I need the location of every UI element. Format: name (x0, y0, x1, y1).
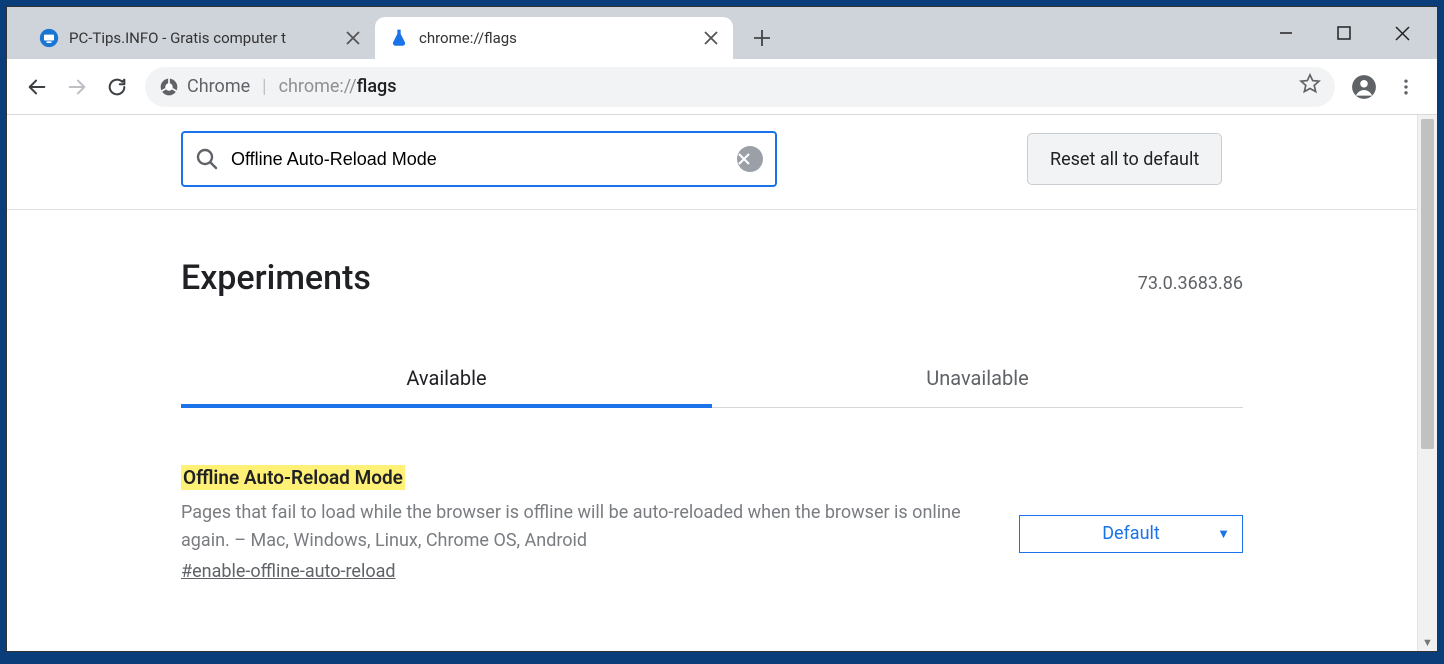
tab-pctips[interactable]: PC-Tips.INFO - Gratis computer t (25, 17, 375, 59)
close-icon[interactable] (701, 28, 721, 48)
tab-strip: PC-Tips.INFO - Gratis computer t chrome:… (7, 7, 1437, 59)
flags-page: Reset all to default Experiments 73.0.36… (7, 115, 1417, 651)
flag-text: Offline Auto-Reload Mode Pages that fail… (181, 466, 989, 582)
address-bar[interactable]: Chrome | chrome://flags (145, 67, 1335, 107)
tab-available[interactable]: Available (181, 352, 712, 408)
tabs-area: PC-Tips.INFO - Gratis computer t chrome:… (7, 7, 779, 59)
back-button[interactable] (17, 67, 57, 107)
chip-label: Chrome (187, 76, 250, 97)
flags-search-box[interactable] (181, 131, 777, 187)
flags-header: Reset all to default (7, 115, 1417, 210)
site-info-chip[interactable]: Chrome (159, 76, 250, 97)
kebab-menu-icon[interactable] (1385, 66, 1427, 108)
content-wrap: Reset all to default Experiments 73.0.36… (7, 115, 1437, 651)
version-text: 73.0.3683.86 (1138, 273, 1243, 294)
search-icon (195, 147, 219, 171)
flags-body: Experiments 73.0.3683.86 Available Unava… (7, 210, 1417, 582)
flag-description: Pages that fail to load while the browse… (181, 499, 989, 555)
flags-search-input[interactable] (231, 149, 737, 170)
new-tab-button[interactable] (745, 21, 779, 55)
tab-title: chrome://flags (419, 29, 687, 47)
vertical-scrollbar[interactable]: ▼ (1417, 115, 1437, 651)
scrollbar-thumb[interactable] (1421, 119, 1434, 449)
chevron-down-icon: ▼ (1217, 526, 1230, 542)
reset-all-button[interactable]: Reset all to default (1027, 133, 1222, 185)
page-heading: Experiments (181, 258, 371, 298)
tab-title: PC-Tips.INFO - Gratis computer t (69, 29, 329, 47)
url-text: chrome://flags (279, 76, 397, 97)
flag-hash-link[interactable]: #enable-offline-auto-reload (181, 561, 989, 582)
flag-title: Offline Auto-Reload Mode (181, 465, 405, 490)
flag-dropdown-value: Default (1102, 523, 1160, 544)
toolbar: Chrome | chrome://flags (7, 59, 1437, 115)
flag-item: Offline Auto-Reload Mode Pages that fail… (181, 466, 1243, 582)
tab-flags[interactable]: chrome://flags (375, 17, 733, 59)
favicon-flask-icon (389, 28, 409, 48)
tab-unavailable[interactable]: Unavailable (712, 352, 1243, 407)
close-icon[interactable] (343, 28, 363, 48)
separator: | (262, 76, 266, 97)
clear-search-icon[interactable] (737, 146, 763, 172)
minimize-button[interactable] (1257, 13, 1315, 53)
reload-button[interactable] (97, 67, 137, 107)
window-controls (1257, 7, 1431, 59)
flag-dropdown[interactable]: Default ▼ (1019, 515, 1243, 553)
title-row: Experiments 73.0.3683.86 (181, 258, 1243, 298)
maximize-button[interactable] (1315, 13, 1373, 53)
browser-window: PC-Tips.INFO - Gratis computer t chrome:… (6, 6, 1438, 652)
close-window-button[interactable] (1373, 13, 1431, 53)
reset-label: Reset all to default (1050, 149, 1199, 170)
scroll-down-icon[interactable]: ▼ (1418, 633, 1437, 651)
profile-button[interactable] (1343, 66, 1385, 108)
flags-tabs: Available Unavailable (181, 352, 1243, 408)
forward-button[interactable] (57, 67, 97, 107)
bookmark-star-icon[interactable] (1299, 73, 1321, 100)
favicon-pctips (39, 28, 59, 48)
